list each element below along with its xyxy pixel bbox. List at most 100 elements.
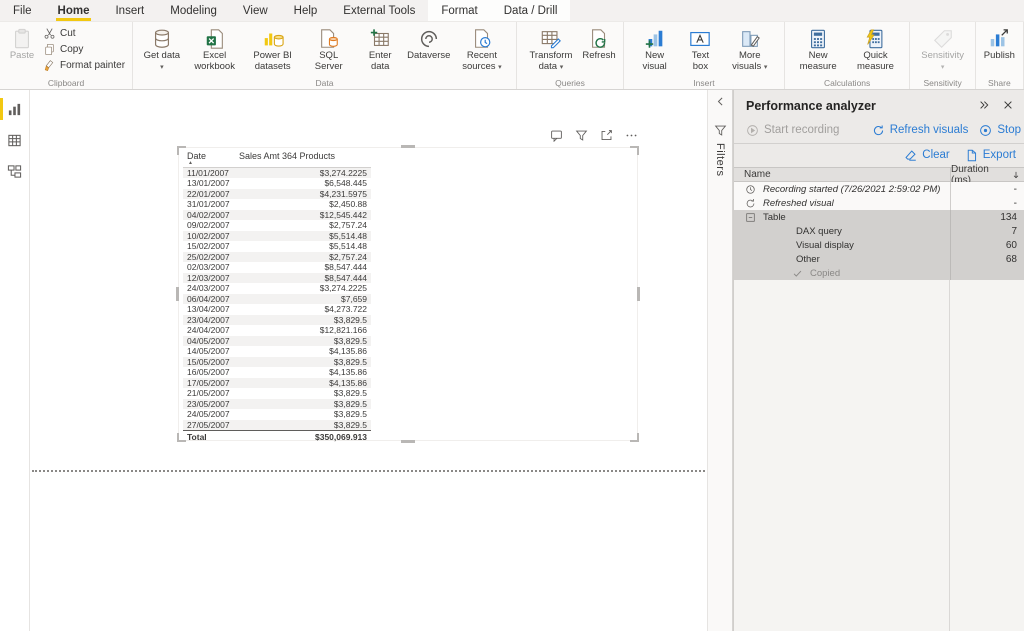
ribbon-button[interactable]: New measure ▾ [790, 24, 847, 73]
column-header-amount[interactable]: Sales Amt 364 Products [235, 151, 371, 168]
format-painter-button[interactable]: Format painter [43, 59, 125, 72]
table-row[interactable]: 11/01/2007 $3,274.2225 [183, 167, 371, 178]
start-recording-button[interactable]: Start recording [746, 124, 839, 137]
table-row[interactable]: 09/02/2007 $2,757.24 [183, 220, 371, 231]
ribbon-button[interactable]: Transform data ▾ [522, 24, 580, 74]
table-row[interactable]: 14/05/2007 $4,135.86 [183, 346, 371, 357]
ribbon-button[interactable]: New visual ▾ [629, 24, 680, 73]
ribbon-button[interactable]: Refresh ▾ [580, 24, 618, 63]
more-options-icon[interactable] [625, 129, 638, 142]
table-row[interactable]: 25/02/2007 $2,757.24 [183, 251, 371, 262]
resize-handle-bottom[interactable] [401, 440, 415, 443]
table-row[interactable]: 31/01/2007 $2,450.88 [183, 199, 371, 210]
pa-event-row[interactable]: Other 68 [734, 252, 1024, 266]
table-row[interactable]: 24/05/2007 $3,829.5 [183, 409, 371, 420]
pa-event-row[interactable]: Refreshed visual - [734, 196, 1024, 210]
focus-mode-icon[interactable] [600, 129, 613, 142]
clear-button[interactable]: Clear [904, 149, 950, 162]
expand-filters-icon[interactable] [714, 95, 727, 108]
table-visual[interactable]: Date ▲ Sales Amt 364 Products 11/01/2007… [176, 145, 640, 444]
pa-event-row[interactable]: Recording started (7/26/2021 2:59:02 PM)… [734, 182, 1024, 196]
table-row[interactable]: 24/03/2007 $3,274.2225 [183, 283, 371, 294]
stop-button[interactable]: Stop [979, 124, 1021, 137]
menu-tab[interactable]: Data / Drill [490, 0, 571, 21]
table-row[interactable]: 04/05/2007 $3,829.5 [183, 335, 371, 346]
table-row[interactable]: 23/05/2007 $3,829.5 [183, 398, 371, 409]
filters-pane-collapsed[interactable]: Filters [707, 90, 733, 631]
table-row[interactable]: 10/02/2007 $5,514.48 [183, 230, 371, 241]
resize-handle-top[interactable] [401, 145, 415, 148]
menu-tab[interactable]: Modeling [157, 0, 230, 21]
cut-icon [43, 27, 56, 40]
collapse-pane-icon[interactable] [978, 99, 990, 111]
ribbon-group-label: Clipboard [47, 78, 85, 88]
table-row[interactable]: 06/04/2007 $7,659 [183, 293, 371, 304]
resize-handle-top-right[interactable] [630, 146, 639, 155]
pa-event-row[interactable]: Copied [734, 266, 1024, 280]
view-rail-item[interactable] [0, 97, 29, 121]
transform-data-icon [540, 26, 562, 51]
menu-tab[interactable]: File [0, 0, 45, 21]
ribbon-button[interactable]: Power BI datasets ▾ [244, 24, 302, 73]
ribbon-button[interactable]: Sensitivity ▾ [915, 24, 969, 74]
pa-event-row[interactable]: Table 134 [734, 210, 1024, 224]
menu-tab[interactable]: Help [281, 0, 331, 21]
ribbon-button[interactable]: Excel workbook ▾ [186, 24, 244, 73]
menu-tab[interactable]: External Tools [330, 0, 428, 21]
report-canvas[interactable]: Date ▲ Sales Amt 364 Products 11/01/2007… [30, 90, 707, 631]
comment-icon[interactable] [550, 129, 563, 142]
ribbon-button[interactable]: Enter data ▾ [356, 24, 405, 73]
ribbon-button[interactable]: Recent sources ▾ [453, 24, 511, 74]
table-row[interactable]: 17/05/2007 $4,135.86 [183, 377, 371, 388]
table-row[interactable]: 27/05/2007 $3,829.5 [183, 419, 371, 431]
more-visuals-icon [739, 26, 761, 51]
table-row[interactable]: 16/05/2007 $4,135.86 [183, 367, 371, 378]
quick-measure-icon [864, 26, 886, 51]
table-row[interactable]: 24/04/2007 $12,821.166 [183, 325, 371, 336]
close-pane-icon[interactable] [1002, 99, 1014, 111]
resize-handle-left[interactable] [176, 287, 179, 301]
resize-handle-right[interactable] [637, 287, 640, 301]
table-row[interactable]: 13/04/2007 $4,273.722 [183, 304, 371, 315]
menu-tab[interactable]: View [230, 0, 281, 21]
publish-icon [988, 26, 1010, 51]
pa-event-row[interactable]: DAX query 7 [734, 224, 1024, 238]
pa-event-row[interactable]: Visual display 60 [734, 238, 1024, 252]
duration-column-header[interactable]: Duration (ms) [950, 164, 1024, 186]
ribbon-group-label: Data [315, 78, 334, 88]
menu-tab[interactable]: Insert [102, 0, 157, 21]
view-rail-item[interactable] [0, 159, 29, 183]
table-row[interactable]: 22/01/2007 $4,231.5975 [183, 188, 371, 199]
ribbon-button[interactable]: Quick measure ▾ [846, 24, 904, 73]
cut-button[interactable]: Cut [43, 27, 125, 40]
ribbon-button[interactable]: Publish ▾ [981, 24, 1018, 63]
clear-icon [904, 149, 917, 162]
menu-tab[interactable]: Format [428, 0, 491, 21]
name-column-header[interactable]: Name [734, 169, 950, 180]
filter-funnel-icon[interactable] [575, 129, 588, 142]
performance-analyzer-pane: Performance analyzer Start recording Ref… [733, 90, 1024, 631]
ribbon-group: New measure ▾ Quick measure ▾ Calculatio… [785, 22, 911, 89]
ribbon-button[interactable]: Get data ▾ [138, 24, 186, 74]
table-row[interactable]: 02/03/2007 $8,547.444 [183, 262, 371, 273]
ribbon-group-label: Insert [693, 78, 715, 88]
table-row[interactable]: 15/02/2007 $5,514.48 [183, 241, 371, 252]
export-button[interactable]: Export [965, 149, 1016, 162]
view-rail-item[interactable] [0, 128, 29, 152]
copy-button[interactable]: Copy [43, 43, 125, 56]
menu-tab[interactable]: Home [45, 0, 103, 21]
table-row[interactable]: 04/02/2007 $12,545.442 [183, 209, 371, 220]
table-row[interactable]: 15/05/2007 $3,829.5 [183, 356, 371, 367]
refresh-visuals-button[interactable]: Refresh visuals [872, 124, 968, 137]
ribbon-button[interactable]: SQL Server ▾ [302, 24, 356, 73]
column-header-date[interactable]: Date ▲ [183, 151, 235, 168]
table-row[interactable]: 21/05/2007 $3,829.5 [183, 388, 371, 399]
resize-handle-bottom-right[interactable] [630, 433, 639, 442]
paste-button[interactable]: Paste [5, 24, 39, 63]
ribbon-button[interactable]: More visuals ▾ [721, 24, 779, 74]
table-row[interactable]: 23/04/2007 $3,829.5 [183, 314, 371, 325]
table-row[interactable]: 12/03/2007 $8,547.444 [183, 272, 371, 283]
ribbon-button[interactable]: Dataverse ▾ [405, 24, 453, 63]
table-row[interactable]: 13/01/2007 $6,548.445 [183, 178, 371, 189]
ribbon-button[interactable]: Text box ▾ [680, 24, 721, 73]
